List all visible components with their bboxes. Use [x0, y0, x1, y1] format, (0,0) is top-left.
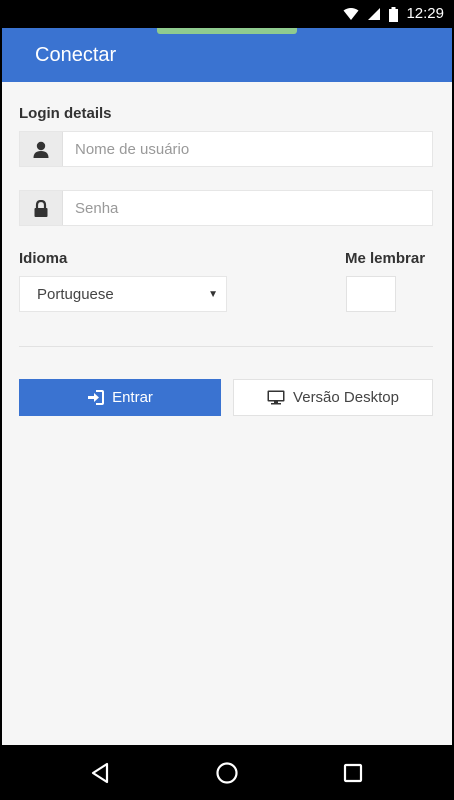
sign-in-icon [87, 390, 105, 405]
login-details-label: Login details [19, 105, 112, 122]
header-accent-tab [157, 28, 297, 34]
language-select[interactable]: Portuguese ▼ [19, 276, 227, 312]
caret-down-icon: ▼ [208, 288, 218, 300]
status-icons: 12:29 [343, 5, 444, 23]
back-button[interactable] [87, 760, 113, 786]
login-button-label: Entrar [112, 389, 153, 406]
username-addon [20, 132, 63, 166]
app-window: Conectar Login details Nome de usuário I… [2, 28, 452, 745]
password-addon [20, 191, 63, 225]
back-icon [90, 762, 110, 784]
divider [19, 346, 433, 347]
password-field-group [19, 190, 433, 226]
recents-icon [343, 763, 363, 783]
app-header: Conectar [2, 28, 452, 82]
language-label: Idioma [19, 250, 68, 267]
lock-icon [34, 199, 48, 217]
recents-button[interactable] [340, 760, 366, 786]
user-icon [33, 141, 49, 158]
desktop-version-label: Versão Desktop [293, 389, 399, 406]
home-button[interactable] [214, 760, 240, 786]
remember-me-label: Me lembrar [345, 250, 426, 267]
language-select-value: Portuguese [37, 285, 114, 303]
phone-screen: 12:29 Conectar Login details Nome de usu… [0, 0, 454, 800]
battery-icon [389, 6, 399, 22]
username-input[interactable] [63, 132, 432, 166]
login-button[interactable]: Entrar [19, 379, 221, 416]
wifi-icon [343, 7, 359, 21]
page-title: Conectar [35, 44, 117, 66]
signal-icon [367, 7, 381, 21]
remember-me-checkbox[interactable] [346, 276, 396, 312]
password-input[interactable] [63, 191, 432, 225]
navigation-bar [0, 745, 454, 800]
desktop-version-button[interactable]: Versão Desktop [233, 379, 433, 416]
status-time: 12:29 [406, 5, 444, 22]
username-field-group [19, 131, 433, 167]
home-icon [215, 761, 239, 785]
status-bar: 12:29 [0, 0, 454, 28]
desktop-icon [267, 390, 285, 405]
